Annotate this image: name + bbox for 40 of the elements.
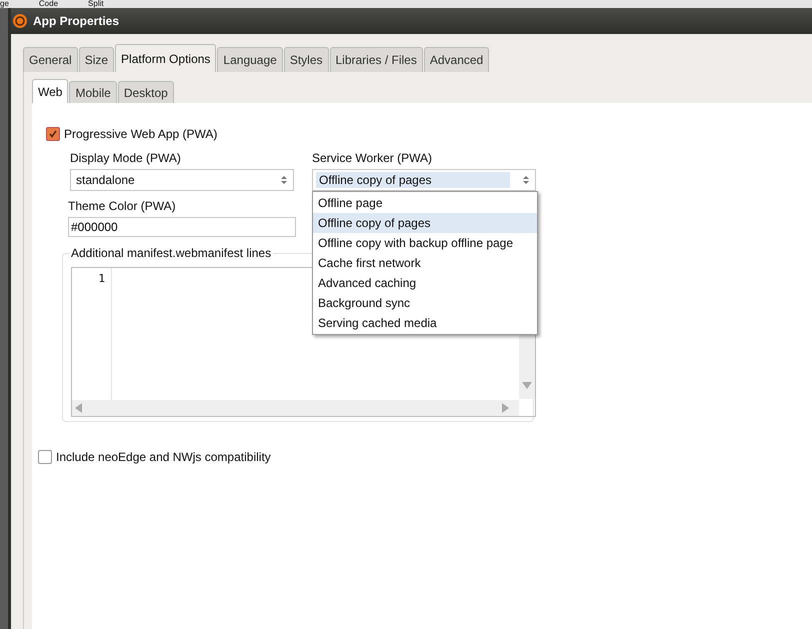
checkbox[interactable]	[46, 127, 60, 141]
line-number: 1	[98, 272, 105, 285]
checkbox[interactable]	[38, 450, 52, 464]
tab[interactable]: Platform Options	[115, 44, 216, 72]
spinner-icon	[280, 174, 288, 186]
toolbar-label: ge	[0, 0, 9, 8]
theme-color-field[interactable]: #000000	[68, 217, 296, 237]
field-label: Theme Color (PWA)	[68, 199, 177, 213]
dropdown-option[interactable]: Offline copy of pages	[313, 213, 537, 233]
service-worker-select[interactable]: Offline copy of pages	[312, 169, 536, 191]
tab[interactable]: General	[23, 47, 78, 72]
right-arrow-icon	[502, 403, 509, 413]
dropdown-option[interactable]: Advanced caching	[313, 273, 537, 293]
down-arrow-icon	[522, 382, 532, 389]
tab[interactable]: Mobile	[69, 81, 117, 103]
checkbox-label: Progressive Web App (PWA)	[64, 127, 218, 141]
group-label: Additional manifest.webmanifest lines	[69, 246, 274, 260]
horizontal-scrollbar[interactable]	[72, 400, 519, 416]
toolbar-label: Split	[88, 0, 104, 8]
checkbox-label: Include neoEdge and NWjs compatibility	[56, 450, 271, 464]
check-icon	[48, 129, 58, 139]
app-icon	[13, 14, 27, 28]
tab[interactable]: Libraries / Files	[330, 47, 423, 72]
dropdown-option[interactable]: Offline copy with backup offline page	[313, 233, 537, 253]
tab[interactable]: Desktop	[118, 81, 174, 103]
toolbar-label: Code	[38, 0, 58, 8]
tab[interactable]: Web	[32, 79, 68, 103]
tab[interactable]: Advanced	[424, 47, 490, 72]
tab[interactable]: Size	[78, 47, 114, 72]
dropdown-option[interactable]: Serving cached media	[313, 313, 537, 333]
spinner-icon	[522, 174, 530, 186]
window-title: App Properties	[33, 14, 120, 28]
tab[interactable]: Styles	[284, 47, 328, 72]
dropdown-option[interactable]: Offline page	[313, 193, 537, 213]
dropdown-option[interactable]: Background sync	[313, 293, 537, 313]
left-arrow-icon	[75, 403, 82, 413]
display-mode-select[interactable]: standalone	[70, 169, 294, 191]
field-label: Display Mode (PWA)	[70, 151, 182, 165]
tab[interactable]: Language	[217, 47, 283, 72]
field-label: Service Worker (PWA)	[312, 151, 434, 165]
